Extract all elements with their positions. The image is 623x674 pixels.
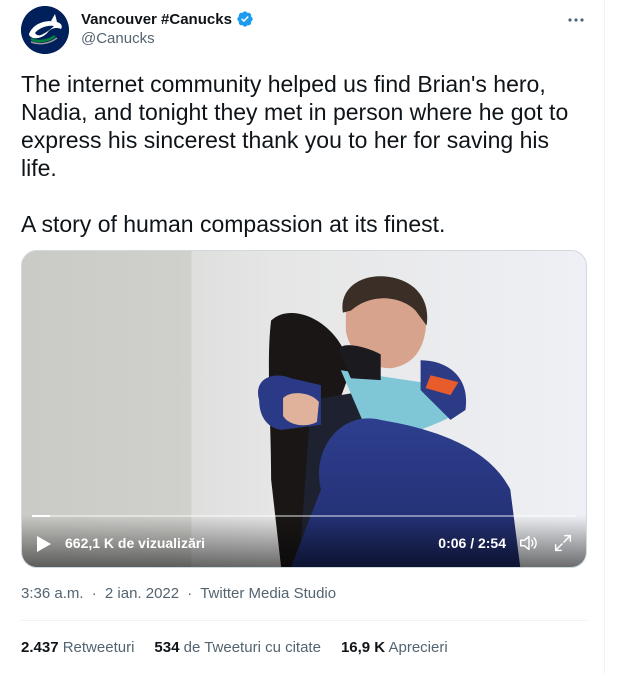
- play-icon[interactable]: [36, 535, 52, 553]
- video-view-count: 662,1 K de vizualizări: [65, 535, 206, 551]
- likes-label: Aprecieri: [388, 639, 448, 656]
- likes-count: 16,9 K: [340, 639, 386, 656]
- divider: [21, 620, 587, 621]
- tweet-time[interactable]: 3:36 a.m.: [21, 585, 84, 602]
- display-name-row: Vancouver #Canucks: [81, 10, 254, 28]
- verified-badge-icon: [237, 11, 253, 27]
- video-player[interactable]: 662,1 K de vizualizări 0:06 / 2:54: [21, 250, 587, 568]
- tweet-date[interactable]: 2 ian. 2022: [105, 585, 179, 602]
- quote-tweets-label: de Tweeturi cu citate: [183, 639, 321, 656]
- canucks-orca-logo-icon: [21, 6, 69, 54]
- tweet-card: Vancouver #Canucks @Canucks The internet…: [0, 0, 605, 674]
- video-controls: 662,1 K de vizualizări 0:06 / 2:54: [22, 515, 586, 567]
- fullscreen-icon[interactable]: [552, 532, 574, 554]
- avatar[interactable]: [21, 6, 69, 54]
- tweet-header: Vancouver #Canucks @Canucks: [21, 6, 591, 56]
- volume-icon[interactable]: [518, 532, 540, 554]
- retweets-count: 2.437: [21, 639, 59, 656]
- meta-separator: ·: [187, 585, 193, 602]
- author-handle[interactable]: @Canucks: [81, 30, 254, 47]
- author-names: Vancouver #Canucks @Canucks: [81, 10, 254, 47]
- tweet-text: The internet community helped us find Br…: [21, 71, 569, 237]
- retweets-stat[interactable]: 2.437 Retweeturi: [21, 639, 134, 656]
- engagement-stats: 2.437 Retweeturi 534 de Tweeturi cu cita…: [21, 639, 448, 656]
- quote-tweets-stat[interactable]: 534 de Tweeturi cu citate: [154, 639, 321, 656]
- tweet-source[interactable]: Twitter Media Studio: [200, 585, 336, 602]
- video-timecode: 0:06 / 2:54: [438, 535, 506, 551]
- quote-tweets-count: 534: [154, 639, 180, 656]
- video-progress-bar[interactable]: [32, 515, 576, 517]
- retweets-label: Retweeturi: [62, 639, 135, 656]
- meta-separator: ·: [91, 585, 97, 602]
- video-progress-fill: [32, 515, 51, 517]
- tweet-metadata: 3:36 a.m. · 2 ian. 2022 · Twitter Media …: [21, 585, 336, 602]
- display-name[interactable]: Vancouver #Canucks: [81, 11, 232, 28]
- likes-stat[interactable]: 16,9 K Aprecieri: [341, 639, 448, 656]
- more-options-icon[interactable]: [566, 10, 586, 30]
